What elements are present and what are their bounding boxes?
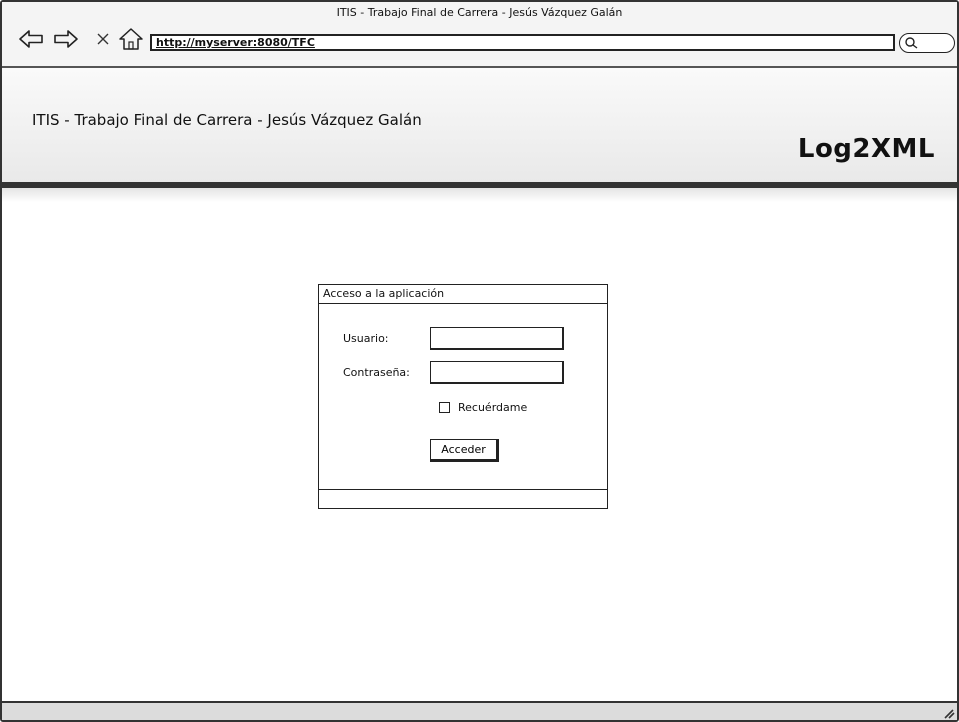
browser-chrome: ITIS - Trabajo Final de Carrera - Jesús … bbox=[2, 2, 957, 68]
login-panel: Acceso a la aplicación Usuario: Contrase… bbox=[318, 284, 608, 509]
forward-arrow-icon[interactable] bbox=[53, 26, 79, 52]
remember-me-label: Recuérdame bbox=[458, 401, 528, 414]
home-icon[interactable] bbox=[118, 26, 144, 52]
close-x-icon[interactable] bbox=[90, 26, 116, 52]
app-logo: Log2XML bbox=[797, 134, 935, 164]
username-label: Usuario: bbox=[343, 332, 389, 345]
remember-me-checkbox[interactable] bbox=[439, 402, 450, 413]
login-panel-title: Acceso a la aplicación bbox=[319, 285, 607, 304]
address-bar[interactable]: http://myserver:8080/TFC bbox=[150, 34, 895, 51]
search-button[interactable] bbox=[899, 33, 955, 53]
header-shadow bbox=[2, 188, 957, 202]
page-header: ITIS - Trabajo Final de Carrera - Jesús … bbox=[2, 68, 957, 182]
login-submit-button[interactable]: Acceder bbox=[430, 439, 499, 462]
search-icon bbox=[905, 37, 918, 49]
username-input[interactable] bbox=[430, 327, 564, 350]
browser-window: ITIS - Trabajo Final de Carrera - Jesús … bbox=[0, 0, 959, 722]
status-bar bbox=[2, 701, 957, 720]
resize-grip-icon[interactable] bbox=[941, 705, 955, 719]
password-input[interactable] bbox=[430, 361, 564, 384]
window-title: ITIS - Trabajo Final de Carrera - Jesús … bbox=[336, 6, 623, 19]
login-panel-footer bbox=[319, 489, 607, 508]
password-label: Contraseña: bbox=[343, 366, 410, 379]
back-arrow-icon[interactable] bbox=[18, 26, 44, 52]
remember-me-row[interactable]: Recuérdame bbox=[439, 401, 527, 414]
page-title: ITIS - Trabajo Final de Carrera - Jesús … bbox=[32, 111, 422, 129]
